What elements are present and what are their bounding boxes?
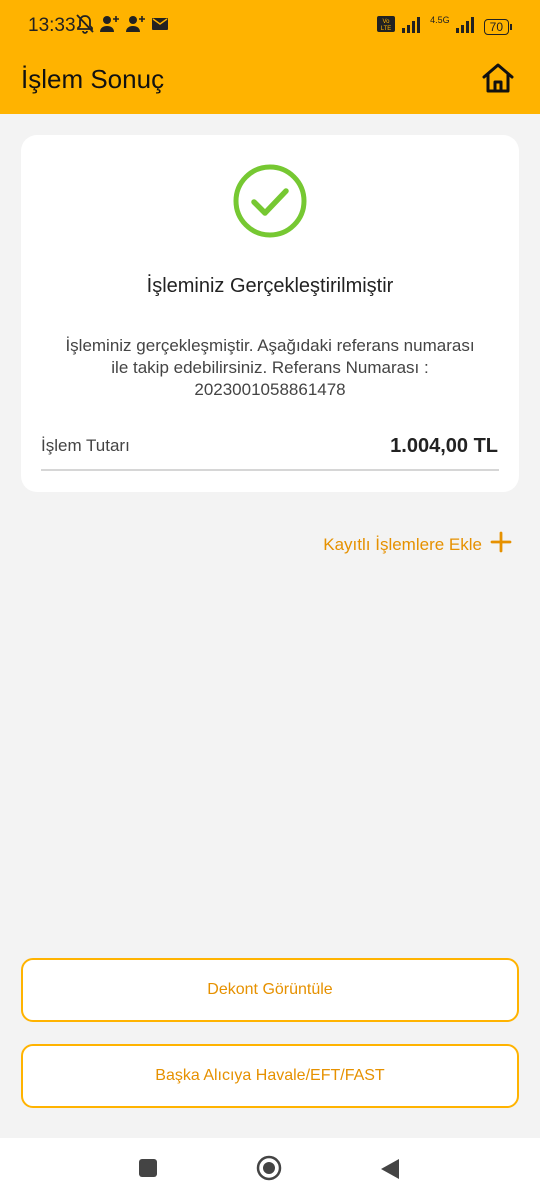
- view-receipt-button[interactable]: Dekont Görüntüle: [21, 958, 519, 1022]
- battery-icon: 70: [483, 18, 512, 35]
- amount-label: İşlem Tutarı: [41, 436, 130, 455]
- divider: [41, 469, 499, 471]
- notifications-off-icon: [76, 14, 94, 39]
- result-card: İşleminiz Gerçekleştirilmiştir İşleminiz…: [21, 135, 519, 492]
- home-icon: [481, 61, 515, 100]
- square-icon: [138, 1158, 158, 1183]
- status-icons-right: Vo LTE 4.5G 70: [376, 14, 512, 39]
- new-transfer-button[interactable]: Başka Alıcıya Havale/EFT/FAST: [21, 1044, 519, 1108]
- status-icons-left: [76, 14, 168, 39]
- back-button[interactable]: [380, 1158, 400, 1185]
- triangle-back-icon: [380, 1158, 400, 1185]
- svg-text:Vo: Vo: [383, 19, 391, 25]
- home-button[interactable]: [474, 58, 522, 102]
- new-transfer-label: Başka Alıcıya Havale/EFT/FAST: [155, 1067, 385, 1084]
- svg-text:LTE: LTE: [381, 26, 392, 32]
- network-label: 4.5G: [430, 14, 450, 25]
- add-saved-label: Kayıtlı İşlemlere Ekle: [323, 534, 482, 554]
- volte-icon: Vo LTE: [376, 14, 396, 39]
- status-bar: 13:33 Vo LTE 4.5G 70: [0, 0, 540, 50]
- signal-icon: [455, 15, 478, 38]
- add-to-saved-button[interactable]: Kayıtlı İşlemlere Ekle: [323, 531, 512, 558]
- result-description: İşleminiz gerçekleşmiştir. Aşağıdaki ref…: [65, 336, 475, 399]
- circle-icon: [256, 1155, 282, 1186]
- result-title: İşleminiz Gerçekleştirilmiştir: [146, 275, 394, 297]
- status-time: 13:33: [28, 15, 76, 36]
- mail-icon: [152, 17, 168, 36]
- system-nav-bar: [0, 1138, 540, 1200]
- signal-icon: [402, 15, 424, 38]
- check-circle-icon: [232, 163, 308, 239]
- app-bar: İşlem Sonuç: [0, 50, 540, 114]
- page-title: İşlem Sonuç: [21, 64, 165, 94]
- person-add-icon: [100, 15, 120, 38]
- recent-apps-button[interactable]: [138, 1158, 158, 1183]
- view-receipt-label: Dekont Görüntüle: [207, 981, 333, 998]
- amount-value: 1.004,00 TL: [390, 435, 498, 457]
- battery-level: 70: [483, 18, 509, 35]
- plus-icon: [490, 531, 512, 558]
- nav-home-button[interactable]: [256, 1155, 282, 1186]
- person-add-icon: [126, 15, 146, 38]
